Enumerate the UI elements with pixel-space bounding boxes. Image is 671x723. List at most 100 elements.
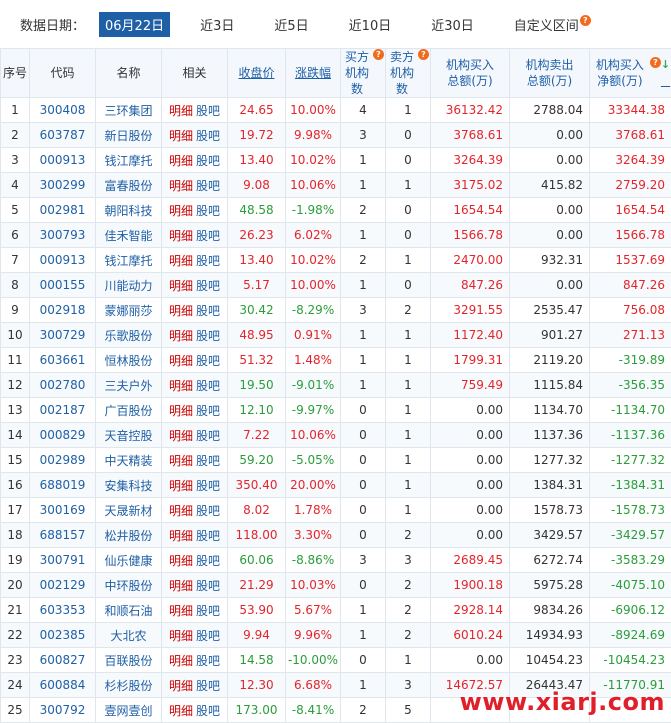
- forum-link[interactable]: 股吧: [196, 154, 220, 168]
- forum-link[interactable]: 股吧: [196, 354, 220, 368]
- cell-code-link[interactable]: 300791: [30, 548, 96, 573]
- forum-link[interactable]: 股吧: [196, 179, 220, 193]
- detail-link[interactable]: 明细: [169, 704, 193, 718]
- cell-name-link[interactable]: 朝阳科技: [96, 198, 162, 223]
- date-option-3d[interactable]: 近3日: [200, 15, 234, 34]
- cell-name-link[interactable]: 松井股份: [96, 523, 162, 548]
- detail-link[interactable]: 明细: [169, 504, 193, 518]
- col-header-sell-amount-sort[interactable]: 机构卖出总额(万): [510, 49, 590, 98]
- forum-link[interactable]: 股吧: [196, 404, 220, 418]
- question-mark-icon[interactable]: ?: [580, 15, 591, 26]
- cell-name-link[interactable]: 大北农: [96, 623, 162, 648]
- cell-code-link[interactable]: 603661: [30, 348, 96, 373]
- forum-link[interactable]: 股吧: [196, 104, 220, 118]
- col-header-sell-count-sort[interactable]: 卖方机构数?: [386, 49, 431, 98]
- forum-link[interactable]: 股吧: [196, 529, 220, 543]
- detail-link[interactable]: 明细: [169, 279, 193, 293]
- detail-link[interactable]: 明细: [169, 529, 193, 543]
- forum-link[interactable]: 股吧: [196, 504, 220, 518]
- cell-code-link[interactable]: 300299: [30, 173, 96, 198]
- forum-link[interactable]: 股吧: [196, 204, 220, 218]
- cell-code-link[interactable]: 300792: [30, 698, 96, 723]
- col-header-buy-amount-sort[interactable]: 机构买入总额(万): [431, 49, 510, 98]
- cell-code-link[interactable]: 000155: [30, 273, 96, 298]
- forum-link[interactable]: 股吧: [196, 304, 220, 318]
- detail-link[interactable]: 明细: [169, 654, 193, 668]
- forum-link[interactable]: 股吧: [196, 679, 220, 693]
- cell-code-link[interactable]: 000913: [30, 248, 96, 273]
- cell-name-link[interactable]: 安集科技: [96, 473, 162, 498]
- forum-link[interactable]: 股吧: [196, 604, 220, 618]
- cell-code-link[interactable]: 300408: [30, 98, 96, 123]
- forum-link[interactable]: 股吧: [196, 254, 220, 268]
- cell-name-link[interactable]: 天音控股: [96, 423, 162, 448]
- date-option-5d[interactable]: 近5日: [274, 15, 308, 34]
- cell-code-link[interactable]: 002129: [30, 573, 96, 598]
- detail-link[interactable]: 明细: [169, 429, 193, 443]
- forum-link[interactable]: 股吧: [196, 654, 220, 668]
- cell-code-link[interactable]: 002780: [30, 373, 96, 398]
- cell-code-link[interactable]: 300729: [30, 323, 96, 348]
- cell-name-link[interactable]: 三夫户外: [96, 373, 162, 398]
- cell-code-link[interactable]: 000829: [30, 423, 96, 448]
- cell-name-link[interactable]: 百联股份: [96, 648, 162, 673]
- detail-link[interactable]: 明细: [169, 329, 193, 343]
- detail-link[interactable]: 明细: [169, 304, 193, 318]
- cell-name-link[interactable]: 富春股份: [96, 173, 162, 198]
- date-option-custom[interactable]: 自定义区间?: [514, 15, 591, 34]
- forum-link[interactable]: 股吧: [196, 579, 220, 593]
- detail-link[interactable]: 明细: [169, 604, 193, 618]
- cell-code-link[interactable]: 002981: [30, 198, 96, 223]
- cell-code-link[interactable]: 300169: [30, 498, 96, 523]
- cell-name-link[interactable]: 钱江摩托: [96, 248, 162, 273]
- detail-link[interactable]: 明细: [169, 129, 193, 143]
- cell-name-link[interactable]: 新日股份: [96, 123, 162, 148]
- detail-link[interactable]: 明细: [169, 379, 193, 393]
- forum-link[interactable]: 股吧: [196, 279, 220, 293]
- question-mark-icon[interactable]: ?: [418, 49, 429, 60]
- cell-code-link[interactable]: 002989: [30, 448, 96, 473]
- cell-name-link[interactable]: 仙乐健康: [96, 548, 162, 573]
- forum-link[interactable]: 股吧: [196, 554, 220, 568]
- detail-link[interactable]: 明细: [169, 404, 193, 418]
- cell-name-link[interactable]: 钱江摩托: [96, 148, 162, 173]
- detail-link[interactable]: 明细: [169, 104, 193, 118]
- forum-link[interactable]: 股吧: [196, 229, 220, 243]
- cell-code-link[interactable]: 688019: [30, 473, 96, 498]
- forum-link[interactable]: 股吧: [196, 329, 220, 343]
- cell-name-link[interactable]: 恒林股份: [96, 348, 162, 373]
- detail-link[interactable]: 明细: [169, 554, 193, 568]
- forum-link[interactable]: 股吧: [196, 129, 220, 143]
- date-option-today[interactable]: 06月22日: [99, 12, 170, 37]
- forum-link[interactable]: 股吧: [196, 429, 220, 443]
- date-option-30d[interactable]: 近30日: [431, 15, 474, 34]
- question-mark-icon[interactable]: ?: [650, 57, 661, 68]
- detail-link[interactable]: 明细: [169, 229, 193, 243]
- detail-link[interactable]: 明细: [169, 204, 193, 218]
- cell-name-link[interactable]: 蒙娜丽莎: [96, 298, 162, 323]
- cell-code-link[interactable]: 603787: [30, 123, 96, 148]
- forum-link[interactable]: 股吧: [196, 629, 220, 643]
- cell-name-link[interactable]: 广百股份: [96, 398, 162, 423]
- cell-name-link[interactable]: 天晟新材: [96, 498, 162, 523]
- cell-name-link[interactable]: 佳禾智能: [96, 223, 162, 248]
- forum-link[interactable]: 股吧: [196, 379, 220, 393]
- cell-code-link[interactable]: 603353: [30, 598, 96, 623]
- cell-name-link[interactable]: 川能动力: [96, 273, 162, 298]
- detail-link[interactable]: 明细: [169, 454, 193, 468]
- col-header-change-sort[interactable]: 涨跌幅: [286, 49, 341, 98]
- date-option-10d[interactable]: 近10日: [349, 15, 392, 34]
- cell-name-link[interactable]: 乐歌股份: [96, 323, 162, 348]
- cell-code-link[interactable]: 002187: [30, 398, 96, 423]
- detail-link[interactable]: 明细: [169, 629, 193, 643]
- detail-link[interactable]: 明细: [169, 479, 193, 493]
- cell-code-link[interactable]: 002918: [30, 298, 96, 323]
- cell-code-link[interactable]: 600884: [30, 673, 96, 698]
- cell-code-link[interactable]: 600827: [30, 648, 96, 673]
- detail-link[interactable]: 明细: [169, 679, 193, 693]
- cell-name-link[interactable]: 杉杉股份: [96, 673, 162, 698]
- cell-code-link[interactable]: 300793: [30, 223, 96, 248]
- cell-code-link[interactable]: 688157: [30, 523, 96, 548]
- forum-link[interactable]: 股吧: [196, 704, 220, 718]
- cell-name-link[interactable]: 三环集团: [96, 98, 162, 123]
